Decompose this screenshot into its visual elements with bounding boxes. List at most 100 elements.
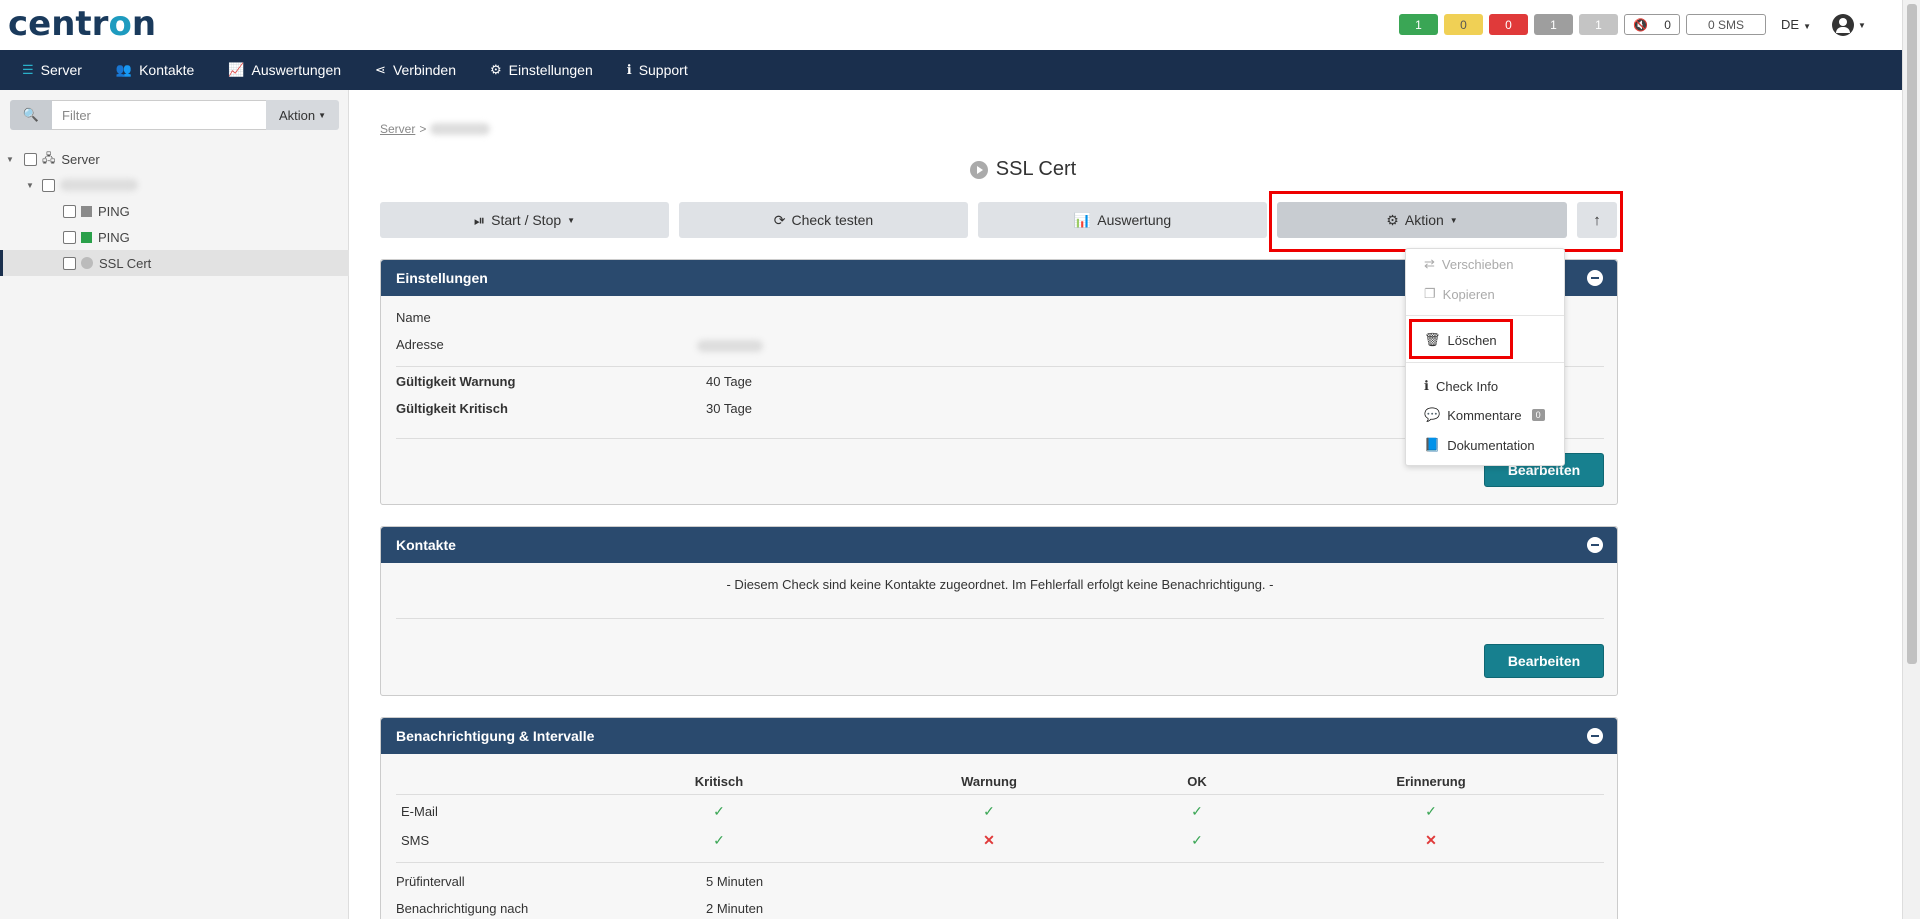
users-icon: 👥 xyxy=(115,62,133,77)
info-icon: ℹ xyxy=(1424,378,1429,393)
redacted-hostname xyxy=(60,179,138,191)
menu-kopieren[interactable]: ❐ Kopieren xyxy=(1424,286,1495,302)
redacted-adresse xyxy=(697,340,763,352)
search-button[interactable]: 🔍 xyxy=(10,100,52,130)
caret-down-icon: ▼ xyxy=(1858,20,1866,30)
sidebar-search: 🔍 Aktion▼ xyxy=(10,100,339,130)
mute-counter[interactable]: 🔇 0 xyxy=(1624,14,1680,35)
sms-warnung-cross-icon: ✕ xyxy=(983,832,995,848)
collapse-icon[interactable] xyxy=(1587,728,1603,744)
server-tree: ▼ 🖧 Server ▼ PING PING SSL Cert xyxy=(0,146,349,276)
sms-counter[interactable]: 0 SMS xyxy=(1686,14,1766,35)
menu-verschieben[interactable]: ⇄ Verschieben xyxy=(1424,256,1513,272)
auswertung-button[interactable]: 📊 Auswertung xyxy=(978,202,1267,238)
breadcrumb-server-link[interactable]: Server xyxy=(380,122,415,136)
column-warnung: Warnung xyxy=(961,774,1017,789)
collapse-icon[interactable] xyxy=(1587,537,1603,553)
menu-dokumentation[interactable]: 📘 Dokumentation xyxy=(1424,437,1535,453)
tree-checkbox[interactable] xyxy=(63,256,76,270)
row-sms-label: SMS xyxy=(401,833,430,848)
top-header: centron 1 0 0 1 1 🔇 0 0 SMS DE ▼ ▼ xyxy=(0,0,1902,50)
menu-kommentare[interactable]: 💬 Kommentare 0 xyxy=(1424,407,1545,423)
scrollbar-thumb[interactable] xyxy=(1907,4,1917,664)
email-warnung-check-icon: ✓ xyxy=(983,803,995,819)
sidebar-aktion-button[interactable]: Aktion ▼ xyxy=(266,100,339,130)
divider xyxy=(396,862,1604,863)
warn-value: 40 Tage xyxy=(706,374,753,389)
language-selector[interactable]: DE ▼ xyxy=(1781,17,1811,32)
nav-einstellungen[interactable]: ⚙ Einstellungen xyxy=(473,50,610,90)
nav-auswertungen[interactable]: 📈 Auswertungen xyxy=(211,50,358,90)
tree-checkbox[interactable] xyxy=(24,152,37,166)
tree-item-ssl-cert[interactable]: SSL Cert xyxy=(0,250,349,276)
expand-icon[interactable]: ▼ xyxy=(26,181,36,190)
status-unknown-icon xyxy=(81,205,92,217)
main-content: Server > SSL Cert ⏯ Start / Stop ▼ ⟳ Check … xyxy=(350,90,1902,919)
status-unknown-count[interactable]: 1 xyxy=(1534,14,1573,35)
status-ok-count[interactable]: 1 xyxy=(1399,14,1438,35)
language-label: DE xyxy=(1781,17,1800,32)
krit-value: 30 Tage xyxy=(706,401,753,416)
caret-down-icon: ▼ xyxy=(1803,22,1811,31)
status-paused-count[interactable]: 1 xyxy=(1579,14,1618,35)
menu-divider xyxy=(1406,362,1564,363)
column-erinnerung: Erinnerung xyxy=(1396,774,1466,789)
benachrichtigung-panel: Benachrichtigung & Intervalle Kritisch W… xyxy=(380,717,1618,919)
comments-icon: 💬 xyxy=(1424,407,1441,422)
status-ok-icon xyxy=(81,231,92,243)
menu-check-info[interactable]: ℹ Check Info xyxy=(1424,378,1498,394)
email-erinnerung-check-icon: ✓ xyxy=(1425,803,1437,819)
highlight-loeschen-frame xyxy=(1409,319,1513,359)
server-list-icon: ☰ xyxy=(22,62,34,77)
start-stop-button[interactable]: ⏯ Start / Stop ▼ xyxy=(380,202,669,238)
check-testen-button[interactable]: ⟳ Check testen xyxy=(679,202,968,238)
breadcrumb: Server > xyxy=(380,122,491,136)
gear-icon: ⚙ xyxy=(490,62,502,77)
nav-support[interactable]: ℹ Support xyxy=(610,50,705,90)
centron-logo[interactable]: centron xyxy=(8,4,156,44)
tree-checkbox[interactable] xyxy=(42,178,55,192)
mute-icon: 🔇 xyxy=(1633,17,1649,32)
expand-icon[interactable]: ▼ xyxy=(6,155,16,164)
book-icon: 📘 xyxy=(1424,437,1441,452)
email-kritisch-check-icon: ✓ xyxy=(713,803,725,819)
sidebar: 🔍 Aktion▼ ▼ 🖧 Server ▼ PING PING xyxy=(0,90,349,919)
nav-kontakte[interactable]: 👥 Kontakte xyxy=(99,50,211,90)
tree-checkbox[interactable] xyxy=(63,230,76,244)
tree-item-host[interactable]: ▼ xyxy=(0,172,349,198)
main-navigation: ☰ Server 👥 Kontakte 📈 Auswertungen ⋖ Verbind… xyxy=(0,50,1902,90)
nav-server[interactable]: ☰ Server xyxy=(0,50,99,90)
chart-icon: 📊 xyxy=(1073,211,1092,228)
play-status-icon xyxy=(81,257,93,269)
user-menu[interactable]: ▼ xyxy=(1832,14,1866,36)
column-ok: OK xyxy=(1187,774,1207,789)
divider xyxy=(396,794,1604,795)
nav-verbinden[interactable]: ⋖ Verbinden xyxy=(358,50,473,90)
kontakte-bearbeiten-button[interactable]: Bearbeiten xyxy=(1484,644,1604,678)
tree-item-ping-2[interactable]: PING xyxy=(0,224,349,250)
move-icon: ⇄ xyxy=(1424,256,1435,271)
caret-down-icon: ▼ xyxy=(318,110,327,120)
name-label: Name xyxy=(396,310,431,325)
column-kritisch: Kritisch xyxy=(694,774,744,789)
breadcrumb-separator: > xyxy=(419,122,427,136)
status-warning-count[interactable]: 0 xyxy=(1444,14,1483,35)
copy-icon: ❐ xyxy=(1424,286,1436,301)
redacted-breadcrumb xyxy=(430,123,491,135)
warn-label: Gültigkeit Warnung xyxy=(396,374,516,389)
kommentare-count-badge: 0 xyxy=(1531,409,1545,421)
tree-item-ping-1[interactable]: PING xyxy=(0,198,349,224)
page-title: SSL Cert xyxy=(350,158,1696,181)
kontakte-panel: Kontakte - Diesem Check sind keine Konta… xyxy=(380,526,1618,696)
page-scrollbar[interactable] xyxy=(1902,0,1920,919)
highlight-aktion-frame xyxy=(1269,191,1623,252)
status-critical-count[interactable]: 0 xyxy=(1489,14,1528,35)
filter-input[interactable] xyxy=(52,100,266,130)
adresse-label: Adresse xyxy=(396,337,444,352)
play-status-icon xyxy=(969,160,988,179)
network-icon: 🖧 xyxy=(42,150,56,165)
collapse-icon[interactable] xyxy=(1587,270,1603,286)
search-icon: 🔍 xyxy=(22,107,40,122)
tree-item-server[interactable]: ▼ 🖧 Server xyxy=(0,146,349,172)
tree-checkbox[interactable] xyxy=(63,204,76,218)
